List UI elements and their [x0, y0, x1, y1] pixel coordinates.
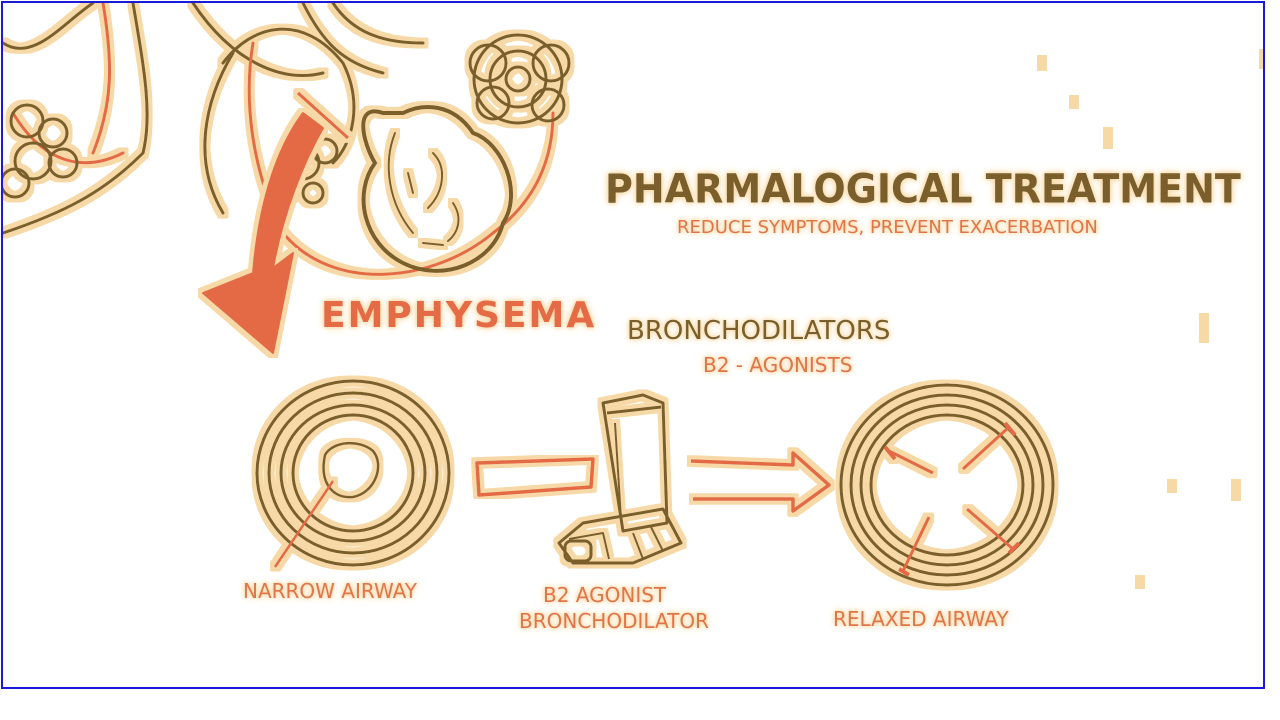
- b2-agonists-label: B2 - AGONISTS: [703, 353, 853, 377]
- bronchodilators-heading: BRONCHODILATORS: [627, 316, 891, 346]
- relaxed-airway-label: RELAXED AIRWAY: [833, 607, 1009, 631]
- inhaler-icon: [557, 393, 683, 565]
- agonist-label-line2: BRONCHODILATOR: [519, 609, 709, 633]
- narrow-airway-label: NARROW AIRWAY: [243, 579, 418, 603]
- right-arrow-icon: [475, 457, 595, 497]
- alveoli-cluster-icon: [191, 3, 571, 276]
- right-arrow-icon: [690, 451, 831, 513]
- airway-ring-icon: [839, 383, 1055, 587]
- lung-drawing-icon: [3, 3, 149, 235]
- page-title: PHARMALOGICAL TREATMENT: [605, 165, 1241, 213]
- decorative-specks: [1037, 49, 1263, 589]
- subtitle: REDUCE SYMPTOMS, PREVENT EXACERBATION: [677, 217, 1098, 238]
- slide-frame: PHARMALOGICAL TREATMENT REDUCE SYMPTOMS,…: [1, 1, 1265, 689]
- agonist-label-line1: B2 AGONIST: [543, 583, 667, 607]
- emphysema-label: EMPHYSEMA: [321, 295, 597, 336]
- airway-ring-icon: [255, 379, 451, 568]
